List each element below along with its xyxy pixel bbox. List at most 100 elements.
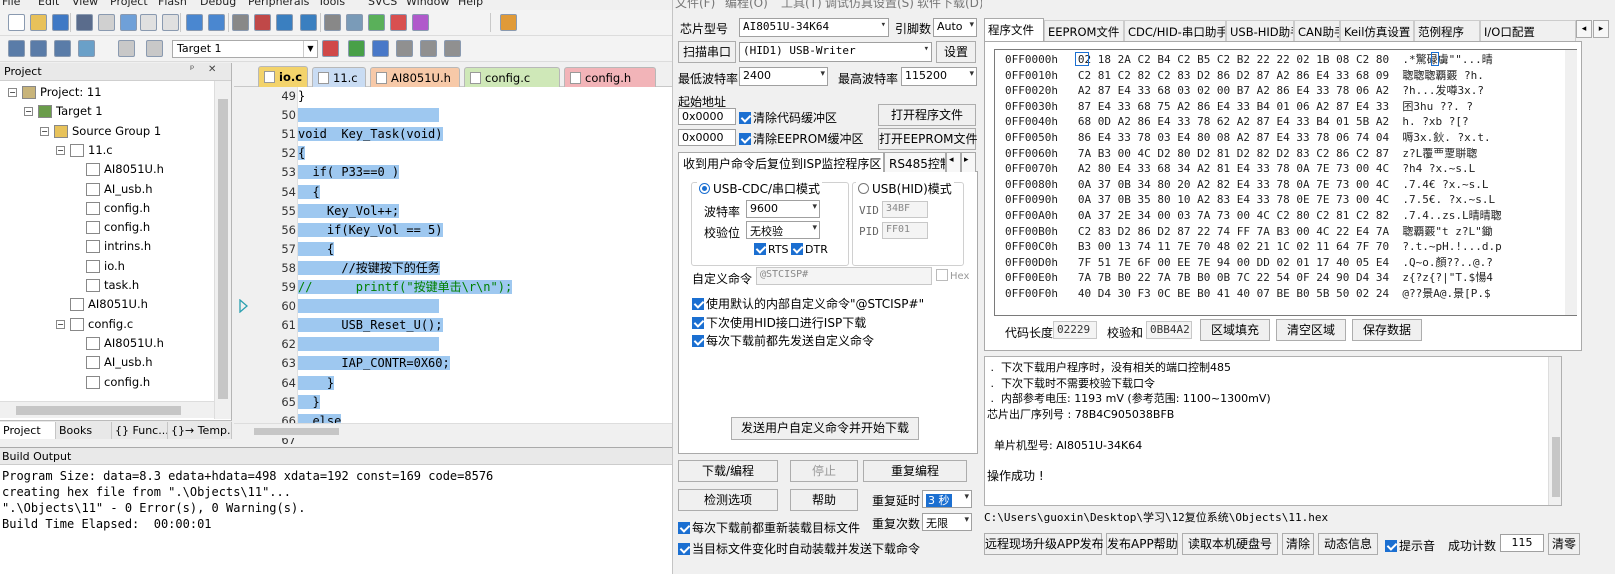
send-before-download-checkbox[interactable]: 每次下载前都先发送自定义命令 bbox=[692, 332, 874, 349]
publish-app-help-button[interactable]: 发布APP帮助 bbox=[1106, 533, 1178, 555]
tree-item[interactable]: − Target 1 bbox=[24, 102, 103, 121]
build-icon[interactable] bbox=[30, 40, 47, 57]
comment-icon[interactable] bbox=[390, 14, 407, 31]
hex-vertical-scrollbar[interactable] bbox=[1565, 50, 1577, 315]
stop-button[interactable]: 停止 bbox=[790, 460, 858, 482]
repeat-program-button[interactable]: 重复编程 bbox=[863, 460, 967, 482]
editor-tab[interactable]: io.c bbox=[258, 66, 308, 87]
remote-upgrade-app-button[interactable]: 远程现场升级APP发布 bbox=[984, 533, 1104, 555]
reset-count-button[interactable]: 清零 bbox=[1548, 533, 1580, 555]
min-baud-select[interactable]: 2400 ▾ bbox=[739, 67, 828, 86]
copy-icon[interactable] bbox=[120, 14, 137, 31]
help-button[interactable]: 帮助 bbox=[790, 489, 858, 511]
log-vertical-scrollbar[interactable] bbox=[1548, 357, 1561, 505]
hex-tab[interactable]: I/O口配置 bbox=[1480, 20, 1576, 41]
cut-icon[interactable] bbox=[98, 14, 115, 31]
navigate-back-icon[interactable] bbox=[232, 14, 249, 31]
tab-functions[interactable]: {} Func... bbox=[112, 422, 168, 439]
collapse-toggle-icon[interactable]: − bbox=[24, 107, 33, 117]
sound-prompt-checkbox[interactable]: 提示音 bbox=[1385, 537, 1435, 554]
ide-menu-item[interactable]: Debug bbox=[200, 0, 236, 8]
pid-input[interactable]: FF01 bbox=[882, 222, 928, 239]
max-baud-select[interactable]: 115200 ▾ bbox=[901, 67, 977, 86]
bookmark-icon[interactable] bbox=[276, 14, 293, 31]
tree-item[interactable]: AI_usb.h bbox=[86, 180, 153, 199]
dynamic-info-button[interactable]: 动态信息 bbox=[1318, 533, 1378, 555]
hex-tab[interactable]: 程序文件 bbox=[984, 18, 1044, 41]
scroll-thumb[interactable] bbox=[1552, 437, 1560, 497]
ide-menu-item[interactable]: Project bbox=[110, 0, 148, 8]
ide-menu-item[interactable]: View bbox=[72, 0, 98, 8]
target-options-icon[interactable] bbox=[322, 40, 339, 57]
editor-tab[interactable]: config.h bbox=[564, 67, 656, 87]
undo-icon[interactable] bbox=[186, 14, 203, 31]
eeprom-address-input[interactable]: 0x0000 bbox=[678, 129, 736, 146]
uncomment-icon[interactable] bbox=[412, 14, 429, 31]
tree-item[interactable]: intrins.h bbox=[86, 237, 151, 256]
editor-tab[interactable]: config.c bbox=[464, 67, 560, 87]
new-file-icon[interactable] bbox=[8, 14, 25, 31]
pack-installer-icon[interactable] bbox=[396, 40, 413, 57]
navigate-forward-icon[interactable] bbox=[254, 14, 271, 31]
tab-project[interactable]: Project bbox=[0, 422, 56, 439]
tree-item[interactable]: − config.c bbox=[56, 315, 133, 334]
download-icon[interactable] bbox=[118, 40, 135, 57]
baud-select[interactable]: 9600 ▾ bbox=[746, 200, 820, 218]
tab-scroll-left-icon[interactable]: ◂ bbox=[1576, 20, 1592, 38]
tree-item[interactable]: io.h bbox=[86, 257, 125, 276]
send-command-download-button[interactable]: 发送用户自定义命令并开始下载 bbox=[731, 417, 919, 440]
open-folder-icon[interactable] bbox=[30, 14, 47, 31]
editor-horizontal-scrollbar[interactable] bbox=[234, 423, 689, 438]
clear-region-button[interactable]: 清空区域 bbox=[1276, 319, 1346, 341]
open-eeprom-file-button[interactable]: 打开EEPROM文件 bbox=[878, 128, 978, 150]
load-icon[interactable] bbox=[146, 40, 163, 57]
ide-menu-item[interactable]: Edit bbox=[38, 0, 59, 8]
scroll-thumb[interactable] bbox=[218, 99, 228, 399]
project-vertical-scrollbar[interactable] bbox=[214, 81, 231, 419]
code-area[interactable]: } void Key_Task(void) { if( P33==0 ) { Ke… bbox=[298, 87, 689, 423]
hex-checkbox[interactable]: Hex bbox=[936, 269, 969, 282]
tree-item[interactable]: AI8051U.h bbox=[86, 334, 164, 353]
batch-build-icon[interactable] bbox=[78, 40, 95, 57]
use-hid-next-checkbox[interactable]: 下次使用HID接口进行ISP下载 bbox=[692, 314, 866, 331]
isp-menu-item[interactable]: 工具(T) bbox=[781, 0, 822, 10]
vid-input[interactable]: 34BF bbox=[882, 201, 928, 218]
tab-reset-to-isp[interactable]: 收到用户命令后复位到ISP监控程序区 bbox=[678, 152, 884, 172]
select-device-icon[interactable] bbox=[372, 40, 389, 57]
tab-scroll-right-icon[interactable]: ▸ bbox=[961, 152, 976, 172]
tree-item[interactable]: task.h bbox=[86, 276, 139, 295]
repeat-delay-select[interactable]: 3 秒 ▾ bbox=[922, 490, 972, 508]
editor-tab[interactable]: AI8051U.h bbox=[370, 67, 460, 87]
usb-cdc-mode-radio[interactable]: USB-CDC/串口模式 bbox=[697, 180, 823, 197]
editor-tab[interactable]: 11.c bbox=[312, 67, 366, 87]
pin-count-select[interactable]: Auto ▾ bbox=[933, 18, 977, 37]
scan-port-button[interactable]: 扫描串口 bbox=[678, 41, 736, 63]
serial-port-select[interactable]: (HID1) USB-Writer ▾ bbox=[739, 42, 932, 62]
prev-bookmark-icon[interactable] bbox=[300, 14, 317, 31]
repeat-count-select[interactable]: 无限 ▾ bbox=[922, 513, 972, 531]
ide-menu-item[interactable]: File bbox=[2, 0, 20, 8]
tab-books[interactable]: Books bbox=[56, 422, 112, 439]
tab-templates[interactable]: {}→ Temp... bbox=[168, 422, 232, 439]
default-command-checkbox[interactable]: 使用默认的内部自定义命令"@STCISP#" bbox=[692, 295, 924, 312]
hex-tab[interactable]: USB-HID助手 bbox=[1226, 20, 1294, 41]
redo-icon[interactable] bbox=[208, 14, 225, 31]
isp-menu-item[interactable]: 文件(F) bbox=[675, 0, 715, 10]
hex-tab[interactable]: CDC/HID-串口助手 bbox=[1124, 20, 1226, 41]
next-bookmark-icon[interactable] bbox=[324, 14, 341, 31]
collapse-toggle-icon[interactable]: − bbox=[56, 319, 65, 329]
ide-menu-item[interactable]: Help bbox=[458, 0, 483, 8]
translate-icon[interactable] bbox=[8, 40, 25, 57]
chip-model-select[interactable]: AI8051U-34K64 ▾ bbox=[739, 18, 889, 37]
collapse-toggle-icon[interactable]: − bbox=[40, 126, 49, 136]
code-address-input[interactable]: 0x0000 bbox=[678, 108, 736, 125]
paste-icon[interactable] bbox=[140, 14, 157, 31]
tree-item[interactable]: − Project: 11 bbox=[8, 83, 102, 102]
manage-books-icon[interactable] bbox=[444, 40, 461, 57]
manage-run-env-icon[interactable] bbox=[420, 40, 437, 57]
parity-select[interactable]: 无校验 ▾ bbox=[746, 221, 820, 239]
tab-scroll-right-icon[interactable]: ▸ bbox=[1593, 20, 1609, 38]
read-disk-serial-button[interactable]: 读取本机硬盘号 bbox=[1182, 533, 1278, 555]
save-data-button[interactable]: 保存数据 bbox=[1352, 319, 1422, 341]
ide-menu-item[interactable]: SVCS bbox=[368, 0, 397, 8]
